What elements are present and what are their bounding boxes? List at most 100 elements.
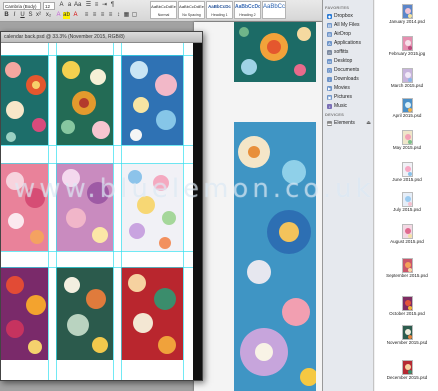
sidebar-item-music[interactable]: ♪ Music [324,102,373,111]
shrink-font-icon[interactable]: a [66,2,73,9]
sidebar-item-dropbox[interactable]: ◆ Dropbox [324,12,373,21]
home-icon: ⌂ [327,50,332,55]
guide-line[interactable] [1,145,193,146]
style-name: Heading 1 [211,13,228,17]
strikethrough-icon[interactable]: S [27,12,34,19]
subscript-icon[interactable]: x₂ [45,12,52,19]
file-item[interactable]: June 2015.psd [376,162,438,182]
font-size-select[interactable]: 12 [43,2,55,10]
file-item[interactable]: January 2014.psd [376,4,438,24]
file-thumbnail [401,258,413,273]
numbering-icon[interactable]: ≡ [93,2,100,9]
file-item[interactable]: October 2015.psd [376,296,438,316]
eject-icon[interactable]: ⏏ [366,119,371,128]
guide-line[interactable] [1,163,193,164]
align-right-icon[interactable]: ≡ [99,12,106,19]
file-name: November 2015.psd [386,340,428,345]
file-item[interactable]: November 2015.psd [376,325,438,345]
line-spacing-icon[interactable]: ↕ [115,12,122,19]
desktop-icon: ▭ [327,59,332,64]
finder-sidebar: FAVORITES ◆ Dropbox ▤ All My Files ◎ AirDro… [323,0,374,391]
italic-icon[interactable]: I [11,12,18,19]
guide-line[interactable] [113,43,114,380]
guide-line[interactable] [56,43,57,380]
font-name-select[interactable]: Cambria (Body) [3,2,41,10]
sidebar-item-label: Music [334,103,348,109]
style-normal[interactable]: AaBbCcDdEe Normal [150,1,177,19]
sidebar-item-documents[interactable]: ▯ Documents [324,66,373,75]
document-canvas[interactable] [1,43,193,380]
style-heading-1[interactable]: AaBbCcDc Heading 1 [206,1,233,19]
sidebar-item-pictures[interactable]: ▣ Pictures [324,93,373,102]
document-title[interactable]: calendar back.psd @ 33.3% (November 2015… [1,32,202,43]
style-heading-2[interactable]: AaBbCcDc Heading 2 [234,1,261,19]
guide-line[interactable] [48,43,49,380]
change-case-icon[interactable]: Aa [74,2,81,9]
indent-icon[interactable]: ⇥ [101,2,108,9]
style-title[interactable]: AaBbCc [262,1,286,19]
sidebar-item-desktop[interactable]: ▭ Desktop [324,57,373,66]
bold-icon[interactable]: B [3,12,10,19]
file-name: October 2015.psd [389,311,425,316]
guide-line[interactable] [1,251,193,252]
underline-icon[interactable]: U [19,12,26,19]
font-color-icon[interactable]: A [72,12,79,19]
file-thumbnail [401,224,413,239]
file-thumbnail [401,98,413,113]
sidebar-item-label: All My Files [334,22,360,28]
superscript-icon[interactable]: x² [35,12,42,19]
month-tile [56,55,113,145]
guide-line[interactable] [1,55,193,56]
grow-font-icon[interactable]: A [58,2,65,9]
sort-icon[interactable]: ¶ [109,2,116,9]
sidebar-item-applications[interactable]: A Applications [324,39,373,48]
devices-header: DEVICES [325,112,344,117]
guide-line[interactable] [183,43,184,380]
file-item[interactable]: April 2015.psd [376,98,438,118]
sidebar-item-label: AirDrop [334,31,351,37]
file-item[interactable]: July 2015.psd [376,192,438,212]
file-item[interactable]: August 2015.psd [376,224,438,244]
bullets-icon[interactable]: ☰ [85,2,92,9]
justify-icon[interactable]: ≡ [107,12,114,19]
file-name: February 2015.jpg [388,51,426,56]
file-thumbnail [401,36,413,51]
file-item[interactable]: May 2015.psd [376,130,438,150]
style-name: No Spacing [182,13,201,17]
highlight-icon[interactable]: ab [63,12,70,19]
sidebar-item-movies[interactable]: ▶ Movies [324,84,373,93]
sidebar-item-label: Downloads [334,76,359,82]
file-item[interactable]: February 2015.jpg [376,36,438,56]
align-center-icon[interactable]: ≡ [91,12,98,19]
sidebar-item-elements[interactable]: ▬ Elements ⏏ [324,119,373,128]
align-left-icon[interactable]: ≡ [83,12,90,19]
guide-line[interactable] [121,43,122,380]
file-name: April 2015.psd [392,113,422,118]
sidebar-item-label: Movies [334,85,350,91]
guide-line[interactable] [1,267,193,268]
sidebar-item-label: Desktop [334,58,353,64]
sidebar-item-downloads[interactable]: ↓ Downloads [324,75,373,84]
movies-icon: ▶ [327,86,332,91]
file-name: December 2015.psd [386,375,428,380]
text-effects-icon[interactable]: A [55,12,62,19]
sidebar-item-home[interactable]: ⌂ soffitts [324,48,373,57]
photoshop-document-window[interactable]: calendar back.psd @ 33.3% (November 2015… [0,31,203,381]
shading-icon[interactable]: ▦ [123,12,130,19]
file-item[interactable]: September 2015.psd [376,258,438,278]
month-tile [121,163,183,251]
style-sample: AaBbCcDdEe [179,4,204,9]
finder-file-list: January 2014.psd February 2015.jpg March… [375,0,438,391]
sidebar-item-all-my-files[interactable]: ▤ All My Files [324,21,373,30]
sidebar-item-label: Applications [334,40,361,46]
file-thumbnail [401,68,413,83]
month-tile [1,55,48,145]
file-item[interactable]: March 2015.psd [376,68,438,88]
file-item[interactable]: December 2015.psd [376,360,438,380]
finder-window: FAVORITES ◆ Dropbox ▤ All My Files ◎ AirDro… [322,0,438,391]
style-no-spacing[interactable]: AaBbCcDdEe No Spacing [178,1,205,19]
sidebar-item-airdrop[interactable]: ◎ AirDrop [324,30,373,39]
borders-icon[interactable]: ▢ [131,12,138,19]
file-thumbnail [401,162,413,177]
canvas-edge [193,43,202,380]
